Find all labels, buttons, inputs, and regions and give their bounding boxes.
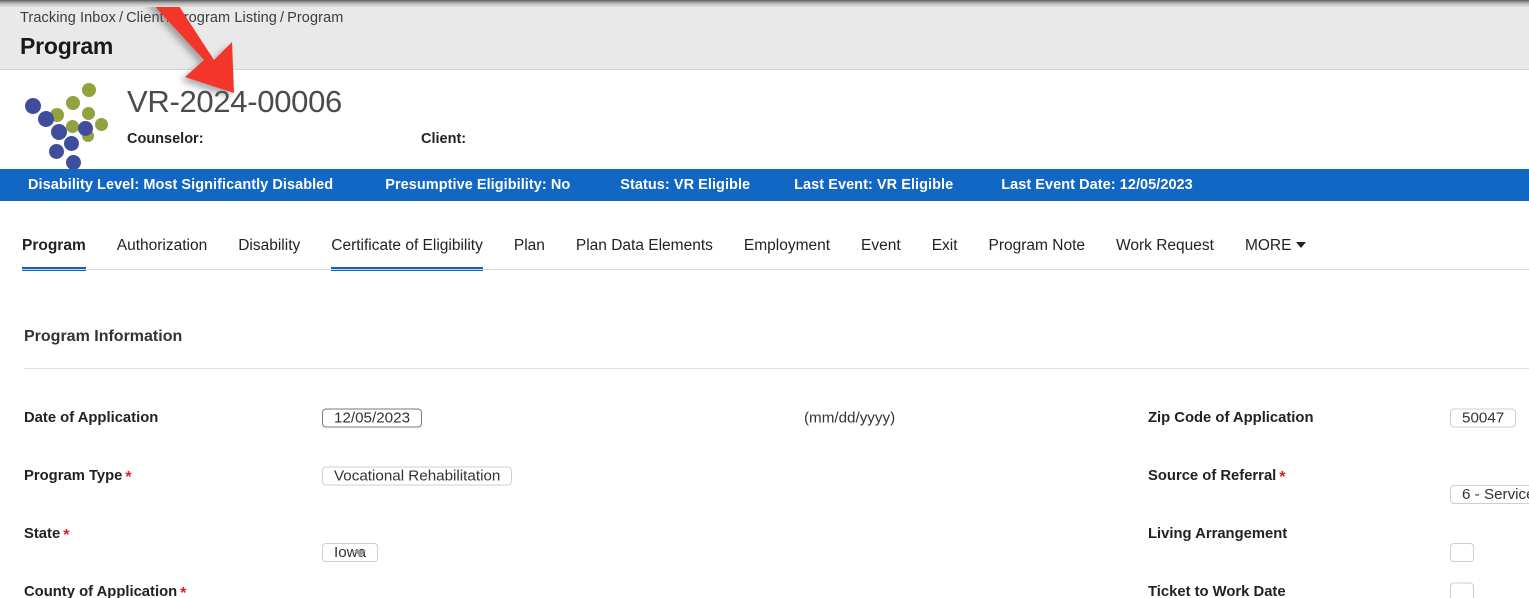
counselor-field: Counselor: <box>127 130 207 148</box>
tab-label: Program <box>22 237 86 254</box>
breadcrumb: Tracking Inbox / Client / Program Listing / Pr… <box>20 10 343 26</box>
breadcrumb-item-program-listing[interactable]: Program Listing <box>174 10 277 26</box>
field-county-of-application: County of Application* Adair <box>0 542 1140 598</box>
agency-dots-logo <box>22 81 118 170</box>
breadcrumb-item-tracking-inbox[interactable]: Tracking Inbox <box>20 10 116 26</box>
tab-plan[interactable]: Plan <box>514 237 545 271</box>
breadcrumb-item-program[interactable]: Program <box>287 10 343 26</box>
program-information-form: Date of Application 12/05/2023 (mm/dd/yy… <box>0 368 1529 598</box>
status-presumptive-eligibility: Presumptive Eligibility: No <box>385 177 571 193</box>
tab-label: Disability <box>238 237 301 254</box>
breadcrumb-item-client[interactable]: Client <box>126 10 164 26</box>
section-title-program-information: Program Information <box>24 328 183 345</box>
field-program-type: Program Type * Vocational Rehabilitation <box>0 426 1140 486</box>
tab-label: Exit <box>931 237 958 254</box>
status-bar: Disability Level: Most Significantly Dis… <box>0 169 1529 201</box>
tab-program[interactable]: Program <box>22 237 86 271</box>
field-label: Zip Code of Application <box>1148 410 1314 426</box>
tab-list: Program Authorization Disability Certifi… <box>22 227 1337 271</box>
form-column-left: Date of Application 12/05/2023 (mm/dd/yy… <box>0 368 1140 598</box>
field-label: Ticket to Work Date <box>1148 584 1286 598</box>
status-status: Status: VR Eligible <box>620 177 751 193</box>
zip-code-of-application-input[interactable]: 50047 <box>1450 408 1517 428</box>
tab-more[interactable]: MORE <box>1245 237 1307 271</box>
form-column-right: Zip Code of Application 50047 Source of … <box>1148 368 1529 598</box>
tab-event[interactable]: Event <box>861 237 901 271</box>
ticket-to-work-date-input[interactable] <box>1450 582 1474 598</box>
tab-label: Plan Data Elements <box>575 237 713 254</box>
field-control <box>1450 574 1474 598</box>
tab-disability[interactable]: Disability <box>238 237 300 271</box>
window-top-edge <box>0 0 1529 7</box>
client-label: Client: <box>421 131 467 147</box>
page-header: Tracking Inbox / Client / Program Listing / Pr… <box>0 0 1529 70</box>
tab-label: Event <box>861 237 901 254</box>
status-last-event: Last Event: VR Eligible <box>794 177 954 193</box>
chevron-down-icon <box>1296 242 1307 248</box>
date-of-application-input[interactable]: 12/05/2023 <box>322 408 423 428</box>
breadcrumb-separator: / <box>279 10 285 26</box>
tab-label: Program Note <box>988 237 1086 254</box>
program-type-input[interactable]: Vocational Rehabilitation <box>322 466 513 486</box>
field-ticket-to-work-date: Ticket to Work Date <box>1148 542 1529 598</box>
tab-work-request[interactable]: Work Request <box>1116 237 1214 271</box>
tab-program-note[interactable]: Program Note <box>989 237 1085 271</box>
required-asterisk: * <box>180 585 187 598</box>
tab-authorization[interactable]: Authorization <box>117 237 207 271</box>
tab-employment[interactable]: Employment <box>744 237 830 271</box>
tab-label: Authorization <box>116 237 208 254</box>
tab-certificate-of-eligibility[interactable]: Certificate of Eligibility <box>331 237 483 271</box>
tab-label: Plan <box>513 237 545 254</box>
tab-bar: Program Authorization Disability Certifi… <box>0 201 1529 271</box>
tab-label: MORE <box>1244 237 1292 254</box>
counselor-value <box>204 131 207 147</box>
field-label: County of Application * <box>24 584 186 598</box>
breadcrumb-separator: / <box>166 10 171 26</box>
client-value <box>466 131 469 147</box>
counselor-label: Counselor: <box>127 131 204 147</box>
client-field: Client: <box>421 130 469 148</box>
field-living-arrangement: Living Arrangement <box>1148 484 1529 562</box>
breadcrumb-separator: / <box>118 10 124 26</box>
field-date-of-application: Date of Application 12/05/2023 (mm/dd/yy… <box>0 368 1140 428</box>
field-state: State * Iowa <box>0 484 1140 562</box>
tab-label: Employment <box>743 237 831 254</box>
date-format-hint: (mm/dd/yyyy) <box>804 409 896 427</box>
field-label: Source of Referral * <box>1148 468 1286 486</box>
field-source-of-referral: Source of Referral * 6 - Service <box>1148 426 1529 504</box>
status-last-event-date: Last Event Date: 12/05/2023 <box>1001 177 1193 193</box>
field-label: Living Arrangement <box>1148 526 1288 542</box>
page-title: Program <box>20 33 114 59</box>
record-id: VR-2024-00006 <box>127 84 342 119</box>
tab-label: Certificate of Eligibility <box>331 237 483 254</box>
tab-label: Work Request <box>1116 237 1214 254</box>
tab-bar-divider <box>22 269 1529 270</box>
record-header: VR-2024-00006 Counselor: Client: <box>0 71 1529 170</box>
tab-exit[interactable]: Exit <box>932 237 958 271</box>
field-label: State * <box>24 526 70 544</box>
field-label: Date of Application <box>24 410 159 426</box>
field-zip-code-of-application: Zip Code of Application 50047 <box>1148 368 1529 428</box>
status-disability-level: Disability Level: Most Significantly Dis… <box>28 177 334 193</box>
field-label: Program Type * <box>24 468 132 486</box>
tab-plan-data-elements[interactable]: Plan Data Elements <box>576 237 713 271</box>
app-viewport: Tracking Inbox / Client / Program Listing / Pr… <box>0 0 1529 598</box>
